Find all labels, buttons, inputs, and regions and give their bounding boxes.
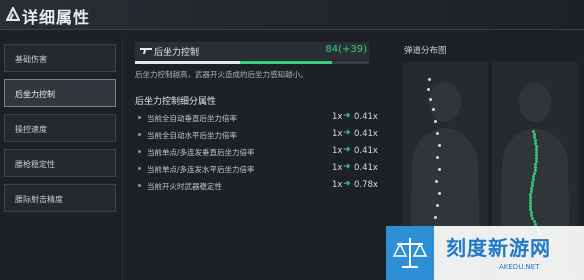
spread-point-before <box>436 132 439 135</box>
row-label: 当前单点/多连发水平后坐力倍率 <box>147 165 255 174</box>
tab-recoil-control[interactable]: 后坐力控制 <box>4 79 116 107</box>
row-to: 0.41x <box>354 129 378 139</box>
attribute-tabs: 基础伤害 后坐力控制 操控速度 腰枪稳定性 腰际射击精度 <box>0 38 123 280</box>
row-label: 当前单点/多连发垂直后坐力倍率 <box>147 148 255 157</box>
scale-logo-icon <box>392 238 428 268</box>
spread-point-before <box>438 144 441 147</box>
breakdown-row: 当前全自动水平后坐力倍率 1x ➜ 0.41x <box>135 128 378 144</box>
row-to: 0.78x <box>354 180 378 190</box>
page-title: 详细属性 <box>22 8 91 27</box>
tab-hipfire-stability[interactable]: 腰枪稳定性 <box>4 149 116 177</box>
arrow-right-icon: ➜ <box>343 162 351 172</box>
bullet-icon <box>138 116 141 119</box>
breakdown-row: 当前单点/多连发水平后坐力倍率 1x ➜ 0.41x <box>135 162 378 178</box>
stat-detail-panel: 后坐力控制 84(+39) 后坐力控制越高，武器开火造成的后坐力感知越小。 后坐… <box>135 38 380 238</box>
header-divider <box>0 29 584 30</box>
stat-description: 后坐力控制越高，武器开火造成的后坐力感知越小。 <box>135 70 308 79</box>
watermark-url: AKEDU.NET <box>499 263 540 271</box>
stat-bar-base <box>135 61 241 64</box>
row-label: 当前开火时武器稳定性 <box>147 182 222 191</box>
bullet-icon <box>138 150 141 153</box>
row-to: 0.41x <box>354 112 378 122</box>
triangle-logo-icon <box>6 7 20 21</box>
row-label: 当前全自动水平后坐力倍率 <box>147 131 237 140</box>
spread-point-before <box>429 98 432 101</box>
spread-point-before <box>428 78 431 81</box>
breakdown-row: 当前开火时武器稳定性 1x ➜ 0.78x <box>135 179 378 195</box>
spread-point-before <box>436 204 439 207</box>
rifle-icon <box>140 48 152 54</box>
bullet-icon <box>138 184 141 187</box>
arrow-right-icon: ➜ <box>343 145 351 155</box>
arrow-right-icon: ➜ <box>343 179 351 189</box>
tab-handling-speed[interactable]: 操控速度 <box>4 114 116 142</box>
tab-base-damage[interactable]: 基础伤害 <box>4 44 116 72</box>
spread-point-before <box>434 120 437 123</box>
tab-label: 腰枪稳定性 <box>15 160 55 169</box>
arrow-right-icon: ➜ <box>343 111 351 121</box>
row-to: 0.41x <box>354 163 378 173</box>
tab-label: 操控速度 <box>15 125 47 134</box>
spread-point-before <box>427 88 430 91</box>
breakdown-row: 当前单点/多连发垂直后坐力倍率 1x ➜ 0.41x <box>135 145 378 161</box>
row-from: 1x <box>332 180 343 190</box>
row-from: 1x <box>332 146 343 156</box>
row-from: 1x <box>332 112 343 122</box>
tab-label: 后坐力控制 <box>15 90 55 99</box>
row-from: 1x <box>332 163 343 173</box>
spread-title: 弹道分布图 <box>404 46 447 56</box>
bullet-icon <box>138 133 141 136</box>
stat-value: 84(+39) <box>325 44 367 55</box>
spread-point-before <box>436 156 439 159</box>
row-label: 当前全自动垂直后坐力倍率 <box>147 114 237 123</box>
breakdown-title: 后坐力控制细分属性 <box>135 97 217 107</box>
tab-hipfire-accuracy[interactable]: 腰际射击精度 <box>4 184 116 212</box>
spread-point-before <box>438 168 441 171</box>
spread-point-before <box>432 108 435 111</box>
header: 详细属性 <box>0 0 584 30</box>
bullet-icon <box>138 167 141 170</box>
tabs-divider <box>122 38 123 280</box>
breakdown-row: 当前全自动垂直后坐力倍率 1x ➜ 0.41x <box>135 111 378 127</box>
spread-point-before <box>438 192 441 195</box>
stat-bar <box>135 61 369 64</box>
row-to: 0.41x <box>354 146 378 156</box>
row-from: 1x <box>332 129 343 139</box>
tab-label: 腰际射击精度 <box>15 195 63 204</box>
tab-label: 基础伤害 <box>15 55 47 64</box>
spread-point-before <box>434 216 437 219</box>
stat-header: 后坐力控制 84(+39) <box>135 42 369 60</box>
stat-name: 后坐力控制 <box>154 48 200 58</box>
arrow-right-icon: ➜ <box>343 128 351 138</box>
watermark: 刻度新游网 AKEDU.NET <box>386 226 584 280</box>
stat-bar-bonus <box>240 61 332 64</box>
watermark-text: 刻度新游网 <box>446 236 551 260</box>
spread-point-before <box>435 180 438 183</box>
